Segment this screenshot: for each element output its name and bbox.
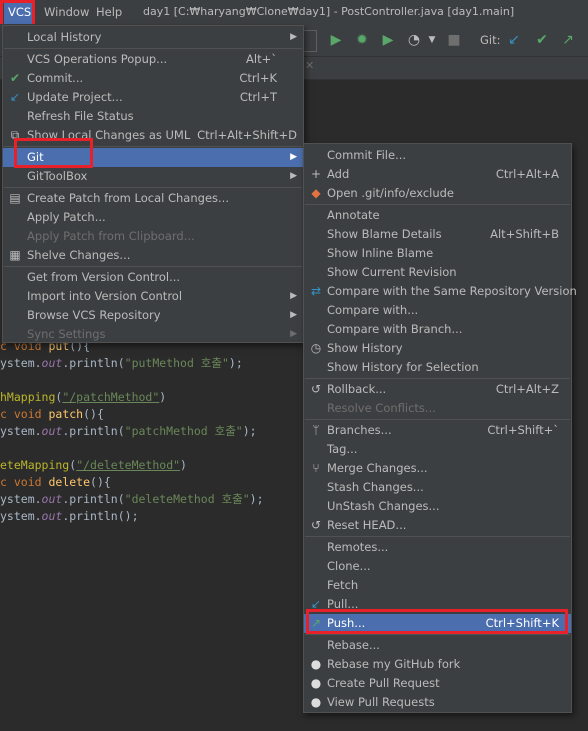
menu-help[interactable]: Help bbox=[92, 0, 126, 24]
profile-icon[interactable]: ◔ bbox=[404, 30, 424, 50]
menu-item-sync-settings: Sync Settings ▶ bbox=[3, 325, 303, 344]
git-update-icon[interactable]: ↙ bbox=[504, 30, 524, 50]
separator bbox=[4, 187, 302, 188]
run-icon[interactable]: ▶ bbox=[326, 30, 346, 50]
menu-item-commit-file[interactable]: Commit File... bbox=[304, 146, 571, 165]
menu-item-gittoolbox[interactable]: GitToolBox ▶ bbox=[3, 167, 303, 186]
menu-item-rollback[interactable]: ↺ Rollback... Ctrl+Alt+Z bbox=[304, 380, 571, 399]
menu-item-clone[interactable]: Clone... bbox=[304, 557, 571, 576]
code-line: c void patch(){ bbox=[0, 407, 104, 421]
menu-item-view-pull-requests[interactable]: ● View Pull Requests bbox=[304, 693, 571, 712]
menu-item-update-project[interactable]: ↙ Update Project... Ctrl+T bbox=[3, 88, 303, 107]
menu-item-show-history-selection[interactable]: Show History for Selection bbox=[304, 358, 571, 377]
commit-check-icon: ✔ bbox=[9, 71, 21, 85]
menu-item-branches[interactable]: ᛘ Branches... Ctrl+Shift+` bbox=[304, 421, 571, 440]
menu-item-commit[interactable]: ✔ Commit... Ctrl+K bbox=[3, 69, 303, 88]
menu-item-apply-patch[interactable]: Apply Patch... bbox=[3, 208, 303, 227]
highlight-git-item bbox=[14, 138, 93, 168]
code-line: ystem.out.println(); bbox=[0, 509, 139, 523]
git-file-icon: ◆ bbox=[311, 186, 321, 200]
separator bbox=[4, 266, 302, 267]
code-line: hMapping("/patchMethod") bbox=[0, 390, 167, 404]
menu-item-fetch[interactable]: Fetch bbox=[304, 576, 571, 595]
menu-item-show-history[interactable]: ◷ Show History bbox=[304, 339, 571, 358]
git-label: Git: bbox=[480, 33, 501, 47]
menu-item-merge-changes[interactable]: ⑂ Merge Changes... bbox=[304, 459, 571, 478]
submenu-arrow-icon: ▶ bbox=[290, 32, 297, 42]
merge-icon: ⑂ bbox=[312, 461, 320, 475]
git-commit-icon[interactable]: ✔ bbox=[532, 30, 552, 50]
rollback-icon: ↺ bbox=[310, 382, 322, 396]
menu-item-stash-changes[interactable]: Stash Changes... bbox=[304, 478, 571, 497]
menu-item-shelve-changes[interactable]: ▦ Shelve Changes... bbox=[3, 246, 303, 265]
patch-file-icon: ▤ bbox=[9, 191, 21, 205]
menu-item-resolve-conflicts: Resolve Conflicts... bbox=[327, 401, 436, 415]
menu-item-import-into-vc[interactable]: Import into Version Control ▶ bbox=[3, 287, 303, 306]
separator bbox=[305, 204, 570, 205]
git-push-icon[interactable]: ↗ bbox=[558, 30, 578, 50]
code-line: ystem.out.println("deleteMethod 호출"); bbox=[0, 492, 264, 506]
update-arrow-icon: ↙ bbox=[9, 90, 21, 104]
menu-item-open-exclude[interactable]: ◆ Open .git/info/exclude bbox=[304, 184, 571, 203]
submenu-arrow-icon: ▶ bbox=[290, 329, 297, 339]
dropdown-icon[interactable]: ▼ bbox=[422, 30, 442, 50]
menu-item-refresh-file-status[interactable]: Refresh File Status bbox=[3, 107, 303, 126]
menu-item-compare-with-branch[interactable]: Compare with Branch... bbox=[304, 320, 571, 339]
menu-item-add[interactable]: + Add Ctrl+Alt+A bbox=[304, 165, 571, 184]
separator bbox=[305, 378, 570, 379]
shelve-icon: ▦ bbox=[9, 248, 21, 262]
menu-item-create-patch[interactable]: ▤ Create Patch from Local Changes... bbox=[3, 189, 303, 208]
vcs-menu: Local History ▶ VCS Operations Popup... Al… bbox=[2, 25, 304, 343]
github-icon: ● bbox=[310, 657, 322, 671]
code-line: ystem.out.println("patchMethod 호출"); bbox=[0, 424, 257, 438]
window-title: day1 [C:₩haryang₩Clone₩day1] - PostContr… bbox=[143, 5, 515, 18]
reset-icon: ↺ bbox=[310, 518, 322, 532]
menu-item-compare-with[interactable]: Compare with... bbox=[304, 301, 571, 320]
github-icon: ● bbox=[310, 695, 322, 709]
menu-item-compare-same-repo[interactable]: ⇄ Compare with the Same Repository Versio… bbox=[304, 282, 577, 301]
menu-item-annotate[interactable]: Annotate bbox=[304, 206, 571, 225]
main-menubar: VCS Window Help day1 [C:₩haryang₩Clone₩d… bbox=[0, 0, 588, 24]
menu-item-local-history[interactable]: Local History ▶ bbox=[3, 28, 303, 47]
separator bbox=[305, 634, 570, 635]
code-line: c void delete(){ bbox=[0, 475, 111, 489]
clock-icon: ◷ bbox=[310, 341, 322, 355]
highlight-push-item bbox=[306, 609, 568, 634]
menu-item-reset-head[interactable]: ↺ Reset HEAD... bbox=[304, 516, 571, 535]
menu-item-tag[interactable]: Tag... bbox=[304, 440, 571, 459]
menu-window[interactable]: Window bbox=[40, 0, 93, 24]
submenu-arrow-icon: ▶ bbox=[290, 291, 297, 301]
debug-icon[interactable]: ✹ bbox=[352, 30, 372, 50]
code-line: ystem.out.println("putMethod 호출"); bbox=[0, 356, 243, 370]
menu-item-remotes[interactable]: Remotes... bbox=[304, 538, 571, 557]
submenu-arrow-icon: ▶ bbox=[290, 310, 297, 320]
menu-item-rebase-github-fork[interactable]: ● Rebase my GitHub fork bbox=[304, 655, 571, 674]
coverage-icon[interactable]: ▶ bbox=[378, 30, 398, 50]
separator bbox=[4, 48, 302, 49]
compare-icon: ⇄ bbox=[310, 284, 322, 298]
menu-item-apply-patch-clipboard: Apply Patch from Clipboard... bbox=[27, 229, 195, 243]
menu-item-browse-vcs-repo[interactable]: Browse VCS Repository ▶ bbox=[3, 306, 303, 325]
branch-icon: ᛘ bbox=[312, 423, 320, 437]
menu-item-get-from-vc[interactable]: Get from Version Control... bbox=[3, 268, 303, 287]
menu-item-vcs-operations-popup[interactable]: VCS Operations Popup... Alt+` bbox=[3, 50, 303, 69]
menu-item-show-current-revision[interactable]: Show Current Revision bbox=[304, 263, 571, 282]
code-line: eteMapping("/deleteMethod") bbox=[0, 458, 187, 472]
menu-item-unstash-changes[interactable]: UnStash Changes... bbox=[304, 497, 571, 516]
plus-icon: + bbox=[310, 167, 322, 181]
separator bbox=[305, 536, 570, 537]
tab-close-icon[interactable]: ✕ bbox=[305, 59, 314, 72]
menu-item-create-pull-request[interactable]: ● Create Pull Request bbox=[304, 674, 571, 693]
menu-item-show-blame-details[interactable]: Show Blame Details Alt+Shift+B bbox=[304, 225, 571, 244]
menu-item-show-inline-blame[interactable]: Show Inline Blame bbox=[304, 244, 571, 263]
stop-icon[interactable]: ■ bbox=[444, 30, 464, 50]
submenu-arrow-icon: ▶ bbox=[290, 152, 297, 162]
menu-item-rebase[interactable]: Rebase... bbox=[304, 636, 571, 655]
github-icon: ● bbox=[310, 676, 322, 690]
separator bbox=[305, 419, 570, 420]
submenu-arrow-icon: ▶ bbox=[290, 171, 297, 181]
